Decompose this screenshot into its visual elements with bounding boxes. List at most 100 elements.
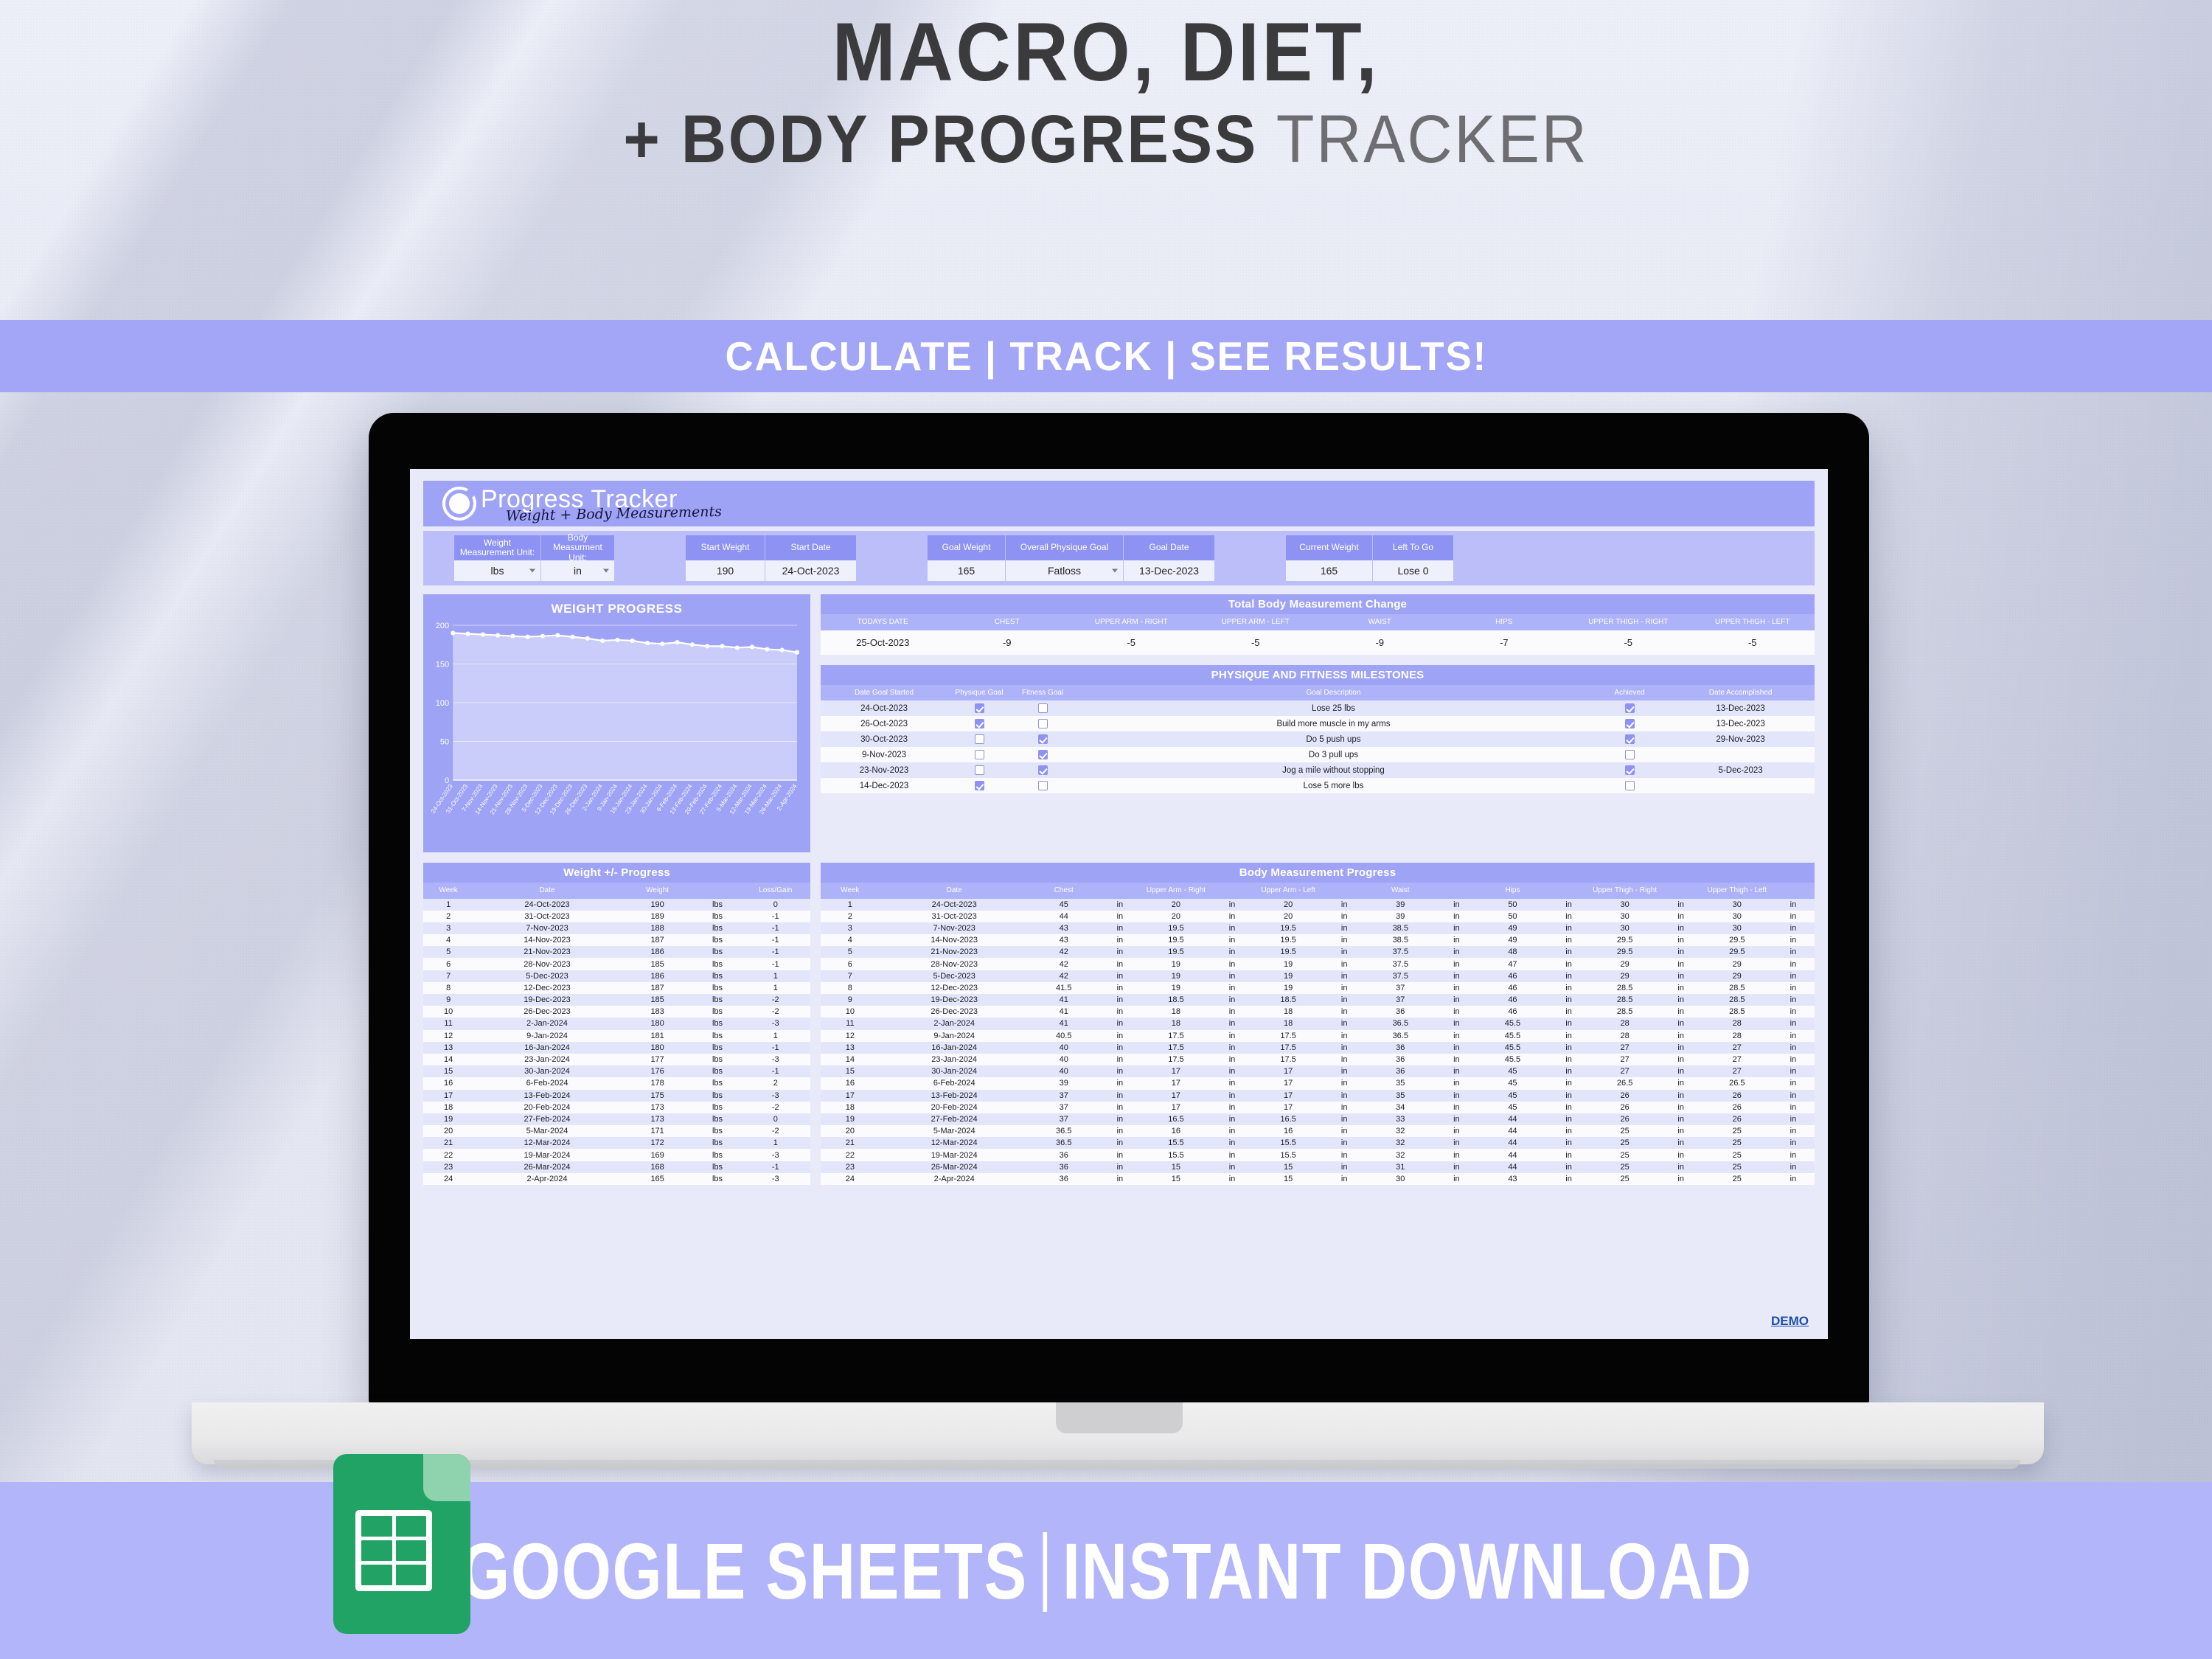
table-cell: 40 bbox=[1029, 1041, 1099, 1054]
table-cell: 36.5 bbox=[1366, 1018, 1436, 1030]
table-cell: 50 bbox=[1478, 910, 1548, 922]
fitness-goal-checkbox[interactable] bbox=[1011, 700, 1075, 716]
table-cell: 173 bbox=[620, 1101, 695, 1113]
setting-value[interactable]: Lose 0 bbox=[1373, 560, 1454, 581]
table-cell: 5-Mar-2024 bbox=[473, 1125, 621, 1138]
milestone-achieved-checkbox[interactable] bbox=[1592, 778, 1667, 793]
column-header: Physique Goal bbox=[947, 684, 1012, 700]
download-banner-text: GOOGLE SHEETS INSTANT DOWNLOAD bbox=[460, 1525, 1753, 1617]
milestone-achieved-checkbox[interactable] bbox=[1592, 747, 1667, 762]
physique-goal-checkbox[interactable] bbox=[947, 778, 1012, 793]
milestone-description: Jog a mile without stopping bbox=[1074, 762, 1593, 778]
table-cell: in bbox=[1323, 1065, 1366, 1078]
table-cell: in bbox=[1547, 898, 1590, 911]
milestone-achieved-checkbox[interactable] bbox=[1592, 762, 1667, 778]
table-cell: 186 bbox=[620, 970, 695, 982]
physique-goal-checkbox[interactable] bbox=[947, 747, 1012, 762]
icon-grid bbox=[355, 1510, 432, 1591]
table-cell: 36.5 bbox=[1029, 1137, 1099, 1150]
fitness-goal-checkbox[interactable] bbox=[1011, 762, 1075, 778]
body-measurement-panel: Body Measurement Progress Week Date Ches… bbox=[821, 863, 1815, 1185]
setting-value[interactable]: 190 bbox=[686, 560, 765, 581]
column-header bbox=[1211, 883, 1253, 899]
table-cell: in bbox=[1435, 1053, 1478, 1066]
table-cell: in bbox=[1547, 1161, 1590, 1173]
table-header-row: TODAYS DATE CHEST UPPER ARM - RIGHT UPPER A… bbox=[821, 614, 1815, 630]
data-point bbox=[705, 644, 710, 649]
data-point bbox=[630, 638, 635, 644]
table-cell: in bbox=[1547, 1077, 1590, 1090]
table-cell: in bbox=[1771, 1125, 1815, 1138]
measurement-row: 14 23-Jan-2024 40 in 17.5 in 17.5 in 36 in 45.5 in 2… bbox=[821, 1053, 1815, 1066]
table-cell: -1 bbox=[740, 958, 810, 970]
table-cell: 1 bbox=[740, 970, 810, 982]
fitness-goal-checkbox[interactable] bbox=[1011, 747, 1075, 762]
table-cell: 44 bbox=[1478, 1137, 1548, 1150]
physique-goal-checkbox[interactable] bbox=[947, 731, 1012, 747]
table-cell: 47 bbox=[1478, 958, 1548, 970]
table-cell: in bbox=[1659, 1161, 1703, 1173]
measurement-row: 1 24-Oct-2023 45 in 20 in 20 in 39 in 50 in 30 in 30 in bbox=[821, 898, 1815, 911]
physique-goal-checkbox[interactable] bbox=[947, 762, 1012, 778]
setting-dropdown[interactable]: lbs bbox=[454, 560, 541, 581]
fitness-goal-checkbox[interactable] bbox=[1011, 778, 1075, 793]
table-cell: 17 bbox=[1141, 1077, 1211, 1090]
table-cell: in bbox=[1771, 1089, 1815, 1102]
table-cell: in bbox=[1659, 898, 1703, 911]
table-cell: in bbox=[1323, 898, 1366, 911]
table-cell: in bbox=[1547, 970, 1590, 982]
milestone-achieved-checkbox[interactable] bbox=[1592, 731, 1667, 747]
physique-goal-checkbox[interactable] bbox=[947, 700, 1012, 716]
physique-goal-checkbox[interactable] bbox=[947, 716, 1012, 731]
table-cell: 17 bbox=[1253, 1101, 1324, 1113]
milestone-achieved-checkbox[interactable] bbox=[1592, 700, 1667, 716]
setting-dropdown[interactable]: in bbox=[541, 560, 615, 581]
setting-value[interactable]: 13-Dec-2023 bbox=[1124, 560, 1215, 581]
table-cell: 20 bbox=[1253, 910, 1324, 922]
table-cell: 33 bbox=[1366, 1113, 1436, 1126]
demo-link[interactable]: DEMO bbox=[1771, 1314, 1809, 1329]
table-cell: 25 bbox=[1702, 1149, 1772, 1161]
table-cell: 37.5 bbox=[1366, 946, 1436, 959]
table-cell: 27 bbox=[1702, 1041, 1772, 1054]
table-cell: 13-Feb-2024 bbox=[473, 1089, 621, 1102]
table-cell: in bbox=[1098, 1029, 1141, 1042]
setting-dropdown[interactable]: Fatloss bbox=[1006, 560, 1124, 581]
table-cell: in bbox=[1211, 1101, 1253, 1113]
data-point bbox=[779, 647, 785, 653]
table-cell: lbs bbox=[694, 922, 741, 935]
table-cell: 25 bbox=[1702, 1137, 1772, 1150]
setting-value[interactable]: 165 bbox=[928, 560, 1006, 581]
table-cell: 168 bbox=[620, 1161, 695, 1173]
setting-value[interactable]: 24-Oct-2023 bbox=[765, 560, 857, 581]
column-header bbox=[1323, 883, 1366, 899]
milestone-achieved-checkbox[interactable] bbox=[1592, 716, 1667, 731]
data-point bbox=[689, 642, 695, 647]
table-cell: 3 bbox=[821, 922, 880, 935]
table-cell: 26 bbox=[1590, 1089, 1660, 1102]
table-cell: 37 bbox=[1029, 1101, 1099, 1113]
measurement-row: 8 12-Dec-2023 41.5 in 19 in 19 in 37 in 46 in 28.5 in… bbox=[821, 981, 1815, 994]
table-cell: 17.5 bbox=[1141, 1053, 1211, 1066]
table-cell: 42 bbox=[1029, 946, 1099, 959]
fitness-goal-checkbox[interactable] bbox=[1011, 731, 1075, 747]
table-cell: 185 bbox=[620, 958, 695, 970]
table-cell: in bbox=[1323, 1018, 1366, 1030]
column-header: TODAYS DATE bbox=[821, 614, 945, 630]
table-header-row: Week Date Weight Loss/Gain bbox=[423, 883, 810, 899]
setting-value[interactable]: 165 bbox=[1286, 560, 1373, 581]
table-cell: in bbox=[1771, 1149, 1815, 1161]
table-cell: 32 bbox=[1366, 1137, 1436, 1150]
table-cell: 30 bbox=[1702, 910, 1772, 922]
checked-icon bbox=[1037, 750, 1048, 759]
chevron-down-icon bbox=[603, 568, 609, 573]
milestone-date-accomplished: 29-Nov-2023 bbox=[1666, 731, 1815, 747]
checked-icon bbox=[1037, 765, 1048, 775]
fitness-goal-checkbox[interactable] bbox=[1011, 716, 1075, 731]
table-cell: 39 bbox=[1366, 898, 1436, 911]
table-cell: lbs bbox=[694, 946, 741, 959]
table-cell: 9 bbox=[821, 994, 880, 1006]
checked-icon bbox=[1624, 765, 1635, 775]
sheet-brand-subtitle: Weight + Body Measurements bbox=[505, 503, 723, 524]
table-cell: 39 bbox=[1366, 910, 1436, 922]
